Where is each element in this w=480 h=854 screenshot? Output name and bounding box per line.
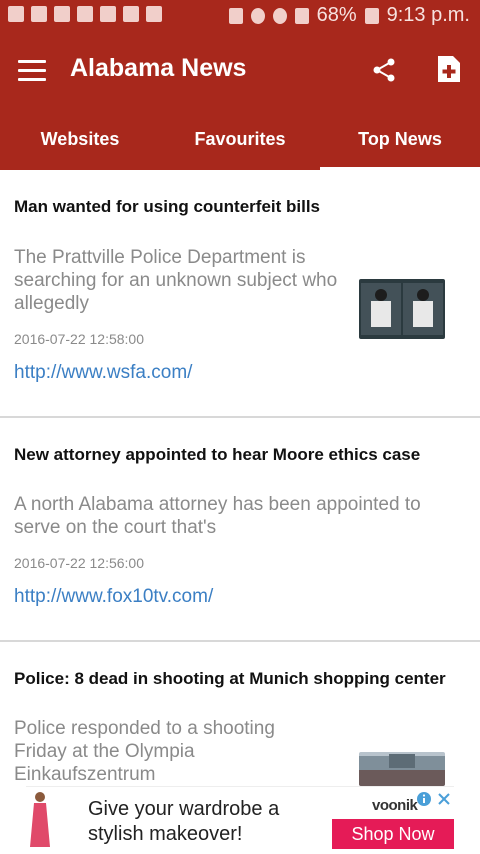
tab-favourites[interactable]: Favourites xyxy=(160,108,320,170)
email-icon xyxy=(77,6,93,22)
youtube-icon xyxy=(123,6,139,22)
share-icon[interactable] xyxy=(371,57,397,83)
add-file-icon[interactable] xyxy=(436,54,462,84)
battery-percent: 68% xyxy=(316,4,357,26)
system-status: 68% 9:13 p.m. xyxy=(228,4,470,27)
news-thumbnail[interactable] xyxy=(359,279,445,339)
news-title[interactable]: New attorney appointed to hear Moore eth… xyxy=(14,445,420,465)
hamburger-menu-icon[interactable] xyxy=(18,60,46,82)
gallery-icon xyxy=(31,6,47,22)
news-description: The Prattville Police Department is sear… xyxy=(14,247,338,314)
ad-brand: voonik xyxy=(372,797,418,814)
wifi-icon xyxy=(272,7,287,24)
smiley-icon xyxy=(100,6,116,22)
close-icon[interactable] xyxy=(436,791,452,807)
tab-websites[interactable]: Websites xyxy=(0,108,160,170)
news-date: 2016-07-22 12:58:00 xyxy=(14,331,144,347)
clipboard-icon xyxy=(146,6,162,22)
tab-bar: Websites Favourites Top News xyxy=(0,108,480,170)
news-description: Police responded to a shooting Friday at… xyxy=(14,718,275,785)
divider xyxy=(0,416,480,418)
ad-banner[interactable]: Give your wardrobe a stylish makeover! v… xyxy=(26,786,454,854)
signal-icon xyxy=(294,7,309,24)
info-icon[interactable] xyxy=(416,791,432,807)
ad-model-image xyxy=(30,792,50,847)
bluetooth-icon xyxy=(228,7,243,24)
app-title: Alabama News xyxy=(70,54,247,82)
news-date: 2016-07-22 12:56:00 xyxy=(14,555,144,571)
clock: 9:13 p.m. xyxy=(386,4,470,26)
shop-now-button[interactable]: Shop Now xyxy=(332,819,454,849)
news-thumbnail[interactable] xyxy=(359,752,445,786)
download-icon xyxy=(54,6,70,22)
alarm-icon xyxy=(250,7,265,24)
news-title[interactable]: Police: 8 dead in shooting at Munich sho… xyxy=(14,669,446,689)
news-description: A north Alabama attorney has been appoin… xyxy=(14,494,421,538)
divider xyxy=(0,640,480,642)
status-bar: 68% 9:13 p.m. xyxy=(0,0,480,32)
news-link[interactable]: http://www.wsfa.com/ xyxy=(14,362,192,384)
app-bar: Alabama News xyxy=(0,32,480,108)
facebook-icon xyxy=(8,6,24,22)
ad-text: Give your wardrobe a stylish makeover! xyxy=(88,798,280,845)
news-title[interactable]: Man wanted for using counterfeit bills xyxy=(14,197,320,217)
news-link[interactable]: http://www.fox10tv.com/ xyxy=(14,586,213,608)
battery-icon xyxy=(364,7,379,24)
tab-top-news[interactable]: Top News xyxy=(320,108,480,170)
notification-icons xyxy=(8,6,162,22)
